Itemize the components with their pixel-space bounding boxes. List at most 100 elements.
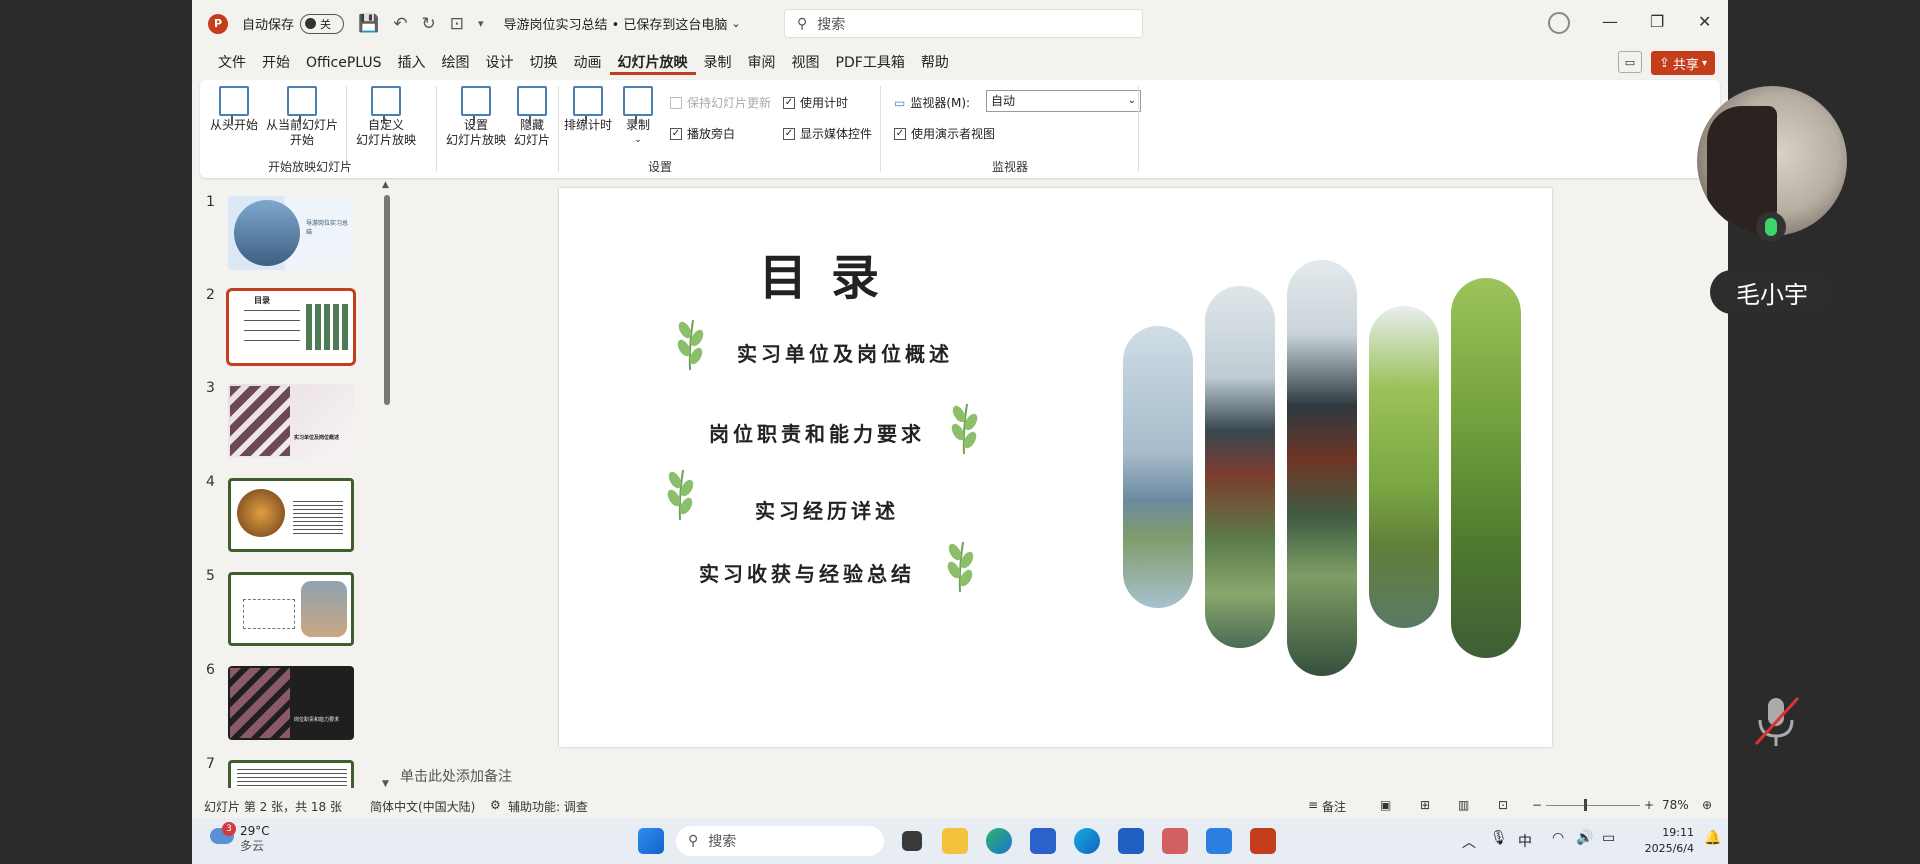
slide-thumbnail-3[interactable]: 实习单位及岗位概述: [228, 384, 354, 458]
windows-start-icon[interactable]: [638, 828, 664, 854]
presenter-view-checkbox[interactable]: ✓ 使用演示者视图: [894, 125, 995, 142]
menu-pdf-tools[interactable]: PDF工具箱: [828, 51, 913, 75]
slide-thumbnail-5[interactable]: [228, 572, 354, 646]
slide-thumbnail-7[interactable]: [228, 760, 354, 788]
keep-updated-checkbox[interactable]: 保持幻灯片更新: [670, 94, 771, 111]
app-icon[interactable]: [1118, 828, 1144, 854]
battery-icon[interactable]: ▭: [1602, 830, 1615, 846]
present-icon[interactable]: ⊡: [450, 14, 464, 34]
menu-insert[interactable]: 插入: [390, 51, 434, 75]
pavilion-image-strip-4[interactable]: [1369, 306, 1439, 628]
powerpoint-taskbar-icon[interactable]: [1250, 828, 1276, 854]
file-explorer-icon[interactable]: [942, 828, 968, 854]
play-narration-checkbox[interactable]: ✓ 播放旁白: [670, 125, 735, 142]
scroll-up-icon[interactable]: ▲: [382, 180, 389, 190]
monitor-select[interactable]: 自动 ⌄: [986, 90, 1141, 112]
accessibility-status[interactable]: 辅助功能: 调查: [508, 798, 588, 815]
slide-sorter-icon[interactable]: ⊞: [1420, 798, 1430, 812]
chevron-down-icon[interactable]: ⌄: [731, 17, 740, 30]
menu-record[interactable]: 录制: [696, 51, 740, 75]
edge-dev-icon[interactable]: [1074, 828, 1100, 854]
document-title[interactable]: 导游岗位实习总结 • 已保存到这台电脑: [503, 14, 727, 33]
task-view-icon[interactable]: [902, 831, 922, 851]
account-icon[interactable]: [1548, 12, 1570, 34]
slide-thumbnail-4[interactable]: [228, 478, 354, 552]
from-current-button[interactable]: 从当前幻灯片 开始: [262, 86, 342, 148]
use-timing-checkbox[interactable]: ✓ 使用计时: [783, 94, 848, 111]
minimize-icon[interactable]: —: [1602, 12, 1618, 31]
slide-canvas[interactable]: 目录 实习单位及岗位概述 岗位职责和能力要求 实习经历详述 实习收获与经验总结: [559, 188, 1552, 747]
meeting-app-icon[interactable]: [1206, 828, 1232, 854]
menu-help[interactable]: 帮助: [913, 51, 957, 75]
pavilion-image-strip-2[interactable]: [1205, 286, 1275, 648]
zoom-slider[interactable]: [1546, 805, 1640, 806]
pavilion-image-strip-3[interactable]: [1287, 260, 1357, 676]
language-indicator[interactable]: 简体中文(中国大陆): [370, 798, 475, 815]
toc-item-2[interactable]: 岗位职责和能力要求: [709, 418, 925, 447]
volume-icon[interactable]: 🔊: [1576, 830, 1593, 846]
menu-home[interactable]: 开始: [254, 51, 298, 75]
zoom-level[interactable]: 78%: [1662, 798, 1689, 812]
wechat-icon[interactable]: [1162, 828, 1188, 854]
notes-button[interactable]: 备注: [1322, 798, 1346, 815]
mic-level: [1765, 218, 1777, 236]
record-button[interactable]: 录制 ⌄: [618, 86, 658, 148]
clock[interactable]: 19:11 2025/6/4: [1634, 825, 1694, 857]
notifications-icon[interactable]: 🔔: [1704, 830, 1721, 846]
menu-slideshow[interactable]: 幻灯片放映: [609, 51, 696, 75]
normal-view-icon[interactable]: ▣: [1380, 798, 1391, 812]
slide-thumbnail-2[interactable]: 目录: [226, 288, 356, 366]
menu-design[interactable]: 设计: [478, 51, 522, 75]
notes-placeholder[interactable]: 单击此处添加备注: [400, 766, 512, 786]
ime-indicator[interactable]: 中: [1518, 831, 1532, 851]
microsoft-store-icon[interactable]: [1030, 828, 1056, 854]
setup-slideshow-button[interactable]: 设置 幻灯片放映: [444, 86, 508, 148]
menu-animations[interactable]: 动画: [566, 51, 610, 75]
hide-slide-button[interactable]: 隐藏 幻灯片: [510, 86, 554, 148]
taskbar-search[interactable]: ⚲ 搜索: [676, 826, 884, 856]
wifi-icon[interactable]: ◠: [1552, 830, 1564, 846]
menu-file[interactable]: 文件: [210, 51, 254, 75]
zoom-out-icon[interactable]: −: [1532, 798, 1542, 812]
redo-icon[interactable]: ↻: [421, 14, 435, 34]
custom-slideshow-button[interactable]: 自定义 幻灯片放映: [348, 86, 424, 148]
from-start-button[interactable]: 从头开始: [206, 86, 262, 133]
close-icon[interactable]: ✕: [1698, 12, 1711, 31]
edge-browser-icon[interactable]: [986, 828, 1012, 854]
pavilion-image-strip-1[interactable]: [1123, 326, 1193, 608]
scroll-down-icon[interactable]: ▼: [382, 779, 389, 789]
slide-thumbnail-6[interactable]: 岗位职责和能力要求: [228, 666, 354, 740]
show-media-checkbox[interactable]: ✓ 显示媒体控件: [783, 125, 872, 142]
toc-item-3[interactable]: 实习经历详述: [755, 495, 899, 524]
mic-muted-icon[interactable]: [1746, 690, 1806, 750]
menu-officeplus[interactable]: OfficePLUS: [298, 51, 390, 75]
slideshow-view-icon[interactable]: ⊡: [1498, 798, 1508, 812]
toc-item-4[interactable]: 实习收获与经验总结: [699, 558, 915, 587]
reading-view-icon[interactable]: ▥: [1458, 798, 1469, 812]
comments-button[interactable]: ▭: [1618, 51, 1642, 73]
share-button[interactable]: ⇪ 共享 ▾: [1651, 51, 1715, 75]
restore-icon[interactable]: ❐: [1650, 12, 1664, 31]
slide-title[interactable]: 目录: [759, 238, 903, 308]
zoom-in-icon[interactable]: +: [1644, 798, 1654, 812]
rehearse-timings-button[interactable]: 排练计时: [560, 86, 616, 133]
slide-thumbnail-1[interactable]: 导游岗位实习总结: [228, 196, 354, 270]
pavilion-image-strip-5[interactable]: [1451, 278, 1521, 658]
menu-review[interactable]: 审阅: [740, 51, 784, 75]
search-box[interactable]: ⚲ 搜索: [784, 9, 1143, 38]
undo-icon[interactable]: ↶: [393, 14, 407, 34]
microphone-icon[interactable]: 🎙: [1490, 830, 1508, 846]
system-tray-chevron-icon[interactable]: ︿: [1462, 832, 1476, 852]
zoom-slider-thumb[interactable]: [1584, 799, 1587, 811]
thumbnail-scrollbar-thumb[interactable]: [384, 195, 390, 405]
menu-view[interactable]: 视图: [784, 51, 828, 75]
menu-draw[interactable]: 绘图: [434, 51, 478, 75]
toc-item-1[interactable]: 实习单位及岗位概述: [737, 338, 953, 367]
mic-muted-svg: [1754, 696, 1800, 746]
menu-transitions[interactable]: 切换: [522, 51, 566, 75]
save-icon[interactable]: 💾: [358, 14, 379, 34]
customize-toolbar-icon[interactable]: ▾: [478, 17, 484, 30]
fit-slide-icon[interactable]: ⊕: [1702, 798, 1712, 812]
autosave-toggle[interactable]: 关: [300, 13, 345, 34]
weather-widget[interactable]: 3 29°C 多云: [210, 822, 270, 854]
